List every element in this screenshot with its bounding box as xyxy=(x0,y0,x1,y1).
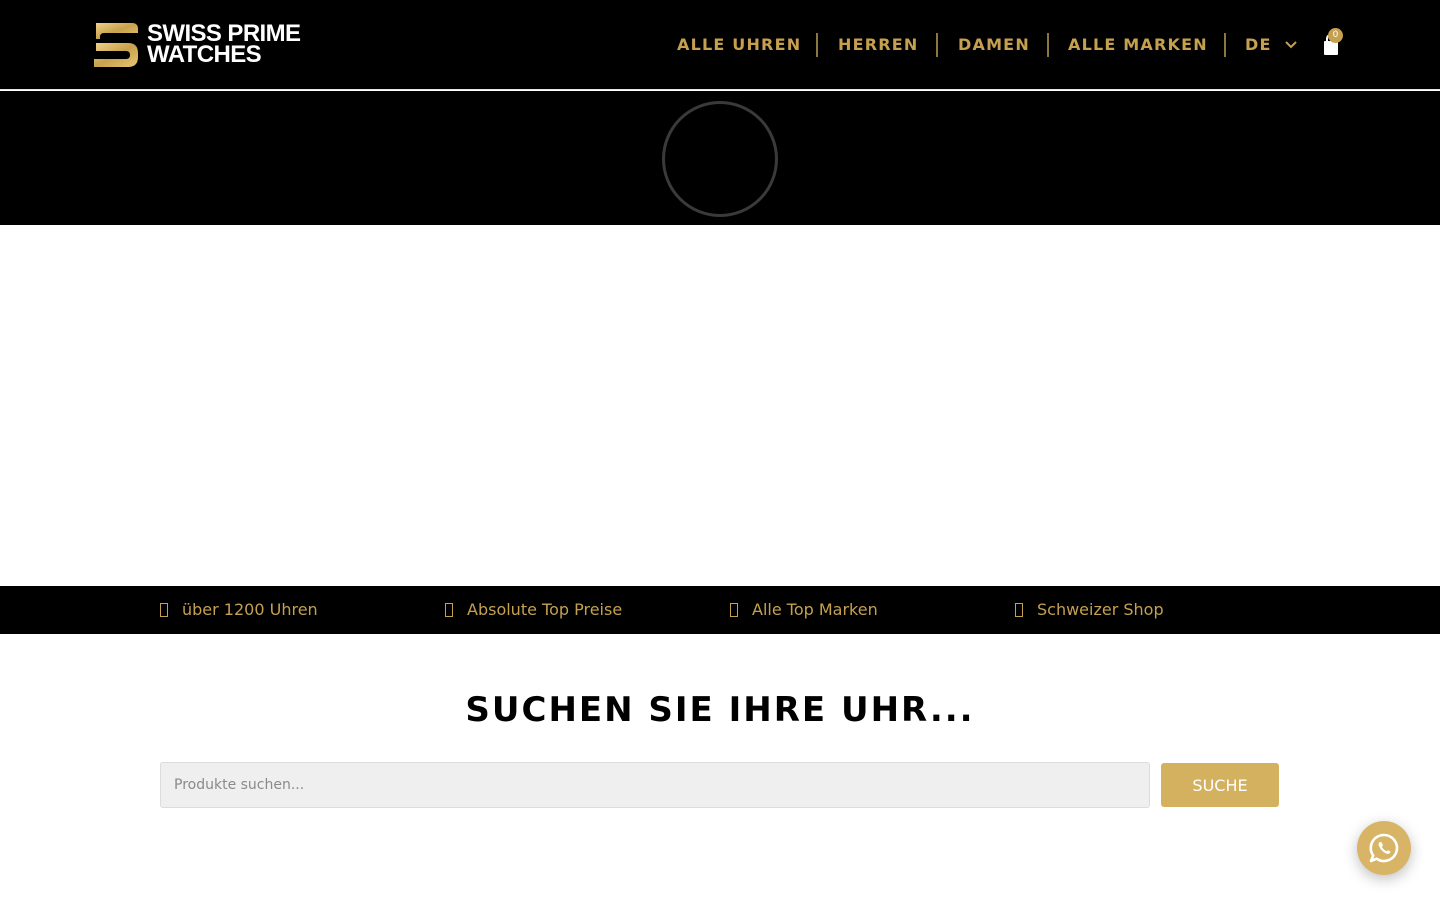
language-label: DE xyxy=(1245,35,1272,54)
search-input[interactable] xyxy=(160,762,1150,808)
feature-label: über 1200 Uhren xyxy=(182,600,318,619)
check-icon xyxy=(160,603,168,617)
chevron-down-icon xyxy=(1284,41,1297,49)
main-nav: ALLE UHREN HERREN DAMEN ALLE MARKEN DE xyxy=(0,30,1440,60)
hero-slider xyxy=(0,91,1440,225)
feature-strip: über 1200 Uhren Absolute Top Preise Alle… xyxy=(0,586,1440,634)
nav-alle-marken[interactable]: ALLE MARKEN xyxy=(1068,30,1208,60)
language-switcher[interactable]: DE xyxy=(1245,30,1298,60)
feature-label: Absolute Top Preise xyxy=(467,600,623,619)
search-button[interactable]: SUCHE xyxy=(1161,763,1279,807)
nav-divider xyxy=(816,33,818,57)
nav-damen[interactable]: DAMEN xyxy=(958,30,1030,60)
check-icon xyxy=(730,603,738,617)
feature-item: Absolute Top Preise xyxy=(445,586,622,634)
nav-divider xyxy=(936,33,938,57)
nav-herren[interactable]: HERREN xyxy=(838,30,918,60)
whatsapp-button[interactable] xyxy=(1357,821,1411,875)
feature-item: Schweizer Shop xyxy=(1015,586,1164,634)
cart-count-badge: 0 xyxy=(1328,28,1343,43)
feature-item: über 1200 Uhren xyxy=(160,586,318,634)
check-icon xyxy=(445,603,453,617)
feature-label: Schweizer Shop xyxy=(1037,600,1164,619)
site-header: SWISS PRIME WATCHES ALLE UHREN HERREN DA… xyxy=(0,0,1440,90)
nav-divider xyxy=(1224,33,1226,57)
check-icon xyxy=(1015,603,1023,617)
search-heading: SUCHEN SIE IHRE UHR... xyxy=(465,690,975,730)
nav-divider xyxy=(1047,33,1049,57)
feature-item: Alle Top Marken xyxy=(730,586,878,634)
loading-spinner xyxy=(662,101,778,217)
whatsapp-icon xyxy=(1369,833,1399,863)
feature-label: Alle Top Marken xyxy=(752,600,878,619)
nav-alle-uhren[interactable]: ALLE UHREN xyxy=(677,30,801,60)
